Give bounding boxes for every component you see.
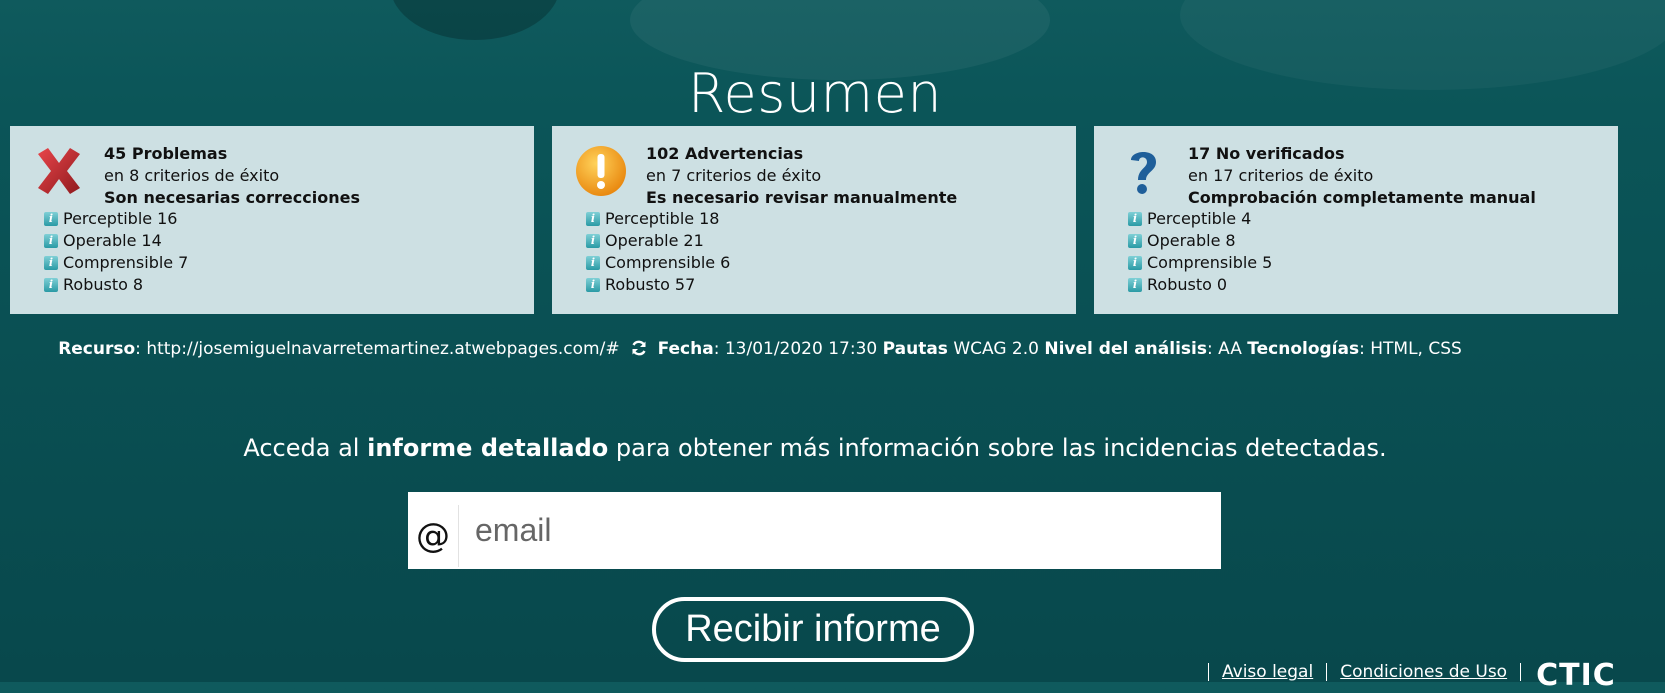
email-field-container: @ [408,492,1221,569]
tech-label: Tecnologías [1247,339,1360,359]
resource-label: Recurso [58,339,136,359]
warnings-card: 102 Advertencias en 7 criterios de éxito… [552,126,1076,314]
warning-icon [576,146,626,196]
info-icon[interactable]: i [44,278,58,292]
info-icon[interactable]: i [1128,278,1142,292]
date-label: Fecha [657,339,714,359]
footer-links: Aviso legal Condiciones de Uso CTIC [1195,658,1616,693]
unverified-count: 17 No verificados [1188,144,1345,163]
warnings-count: 102 Advertencias [646,144,804,163]
info-icon[interactable]: i [44,212,58,226]
info-icon[interactable]: i [1128,234,1142,248]
unverified-message: Comprobación completamente manual [1188,188,1536,207]
legal-notice-link[interactable]: Aviso legal [1222,662,1313,682]
problems-criteria: en 8 criterios de éxito [104,166,280,185]
info-icon[interactable]: i [586,234,600,248]
problems-message: Son necesarias correcciones [104,188,360,207]
info-icon[interactable]: i [586,212,600,226]
resource-url: http://josemiguelnavarretemartinez.atweb… [146,339,620,359]
list-item: i Operable 21 [586,230,730,252]
list-item: i Comprensible 6 [586,252,730,274]
unverified-card: 17 No verificados en 17 criterios de éxi… [1094,126,1618,314]
list-item: i Perceptible 16 [44,208,188,230]
list-item: i Perceptible 18 [586,208,730,230]
problems-count: 45 Problemas [104,144,228,163]
ctic-logo[interactable]: CTIC [1536,658,1616,693]
warnings-message: Es necesario revisar manualmente [646,188,958,207]
refresh-icon[interactable] [630,339,648,357]
list-item: i Perceptible 4 [1128,208,1272,230]
background-decoration [390,0,560,40]
divider [1520,663,1522,681]
list-item: i Comprensible 5 [1128,252,1272,274]
date-value: 13/01/2020 17:30 [724,339,878,359]
terms-of-use-link[interactable]: Condiciones de Uso [1340,662,1507,682]
detailed-report-emphasis: informe detallado [367,434,609,462]
at-sign-icon: @ [408,504,459,567]
list-item: i Robusto 57 [586,274,730,296]
question-icon [1131,152,1156,194]
list-item: i Robusto 8 [44,274,188,296]
guidelines-label: Pautas [882,339,948,359]
detailed-report-prompt: Acceda al informe detallado para obtener… [243,434,1387,462]
list-item: i Comprensible 7 [44,252,188,274]
tech-value: HTML, CSS [1370,339,1462,359]
list-item: i Operable 8 [1128,230,1272,252]
divider [1326,663,1328,681]
warnings-breakdown: i Perceptible 18 i Operable 21 i Comprensible… [586,208,730,296]
level-value: AA [1218,339,1242,359]
problems-card: 45 Problemas en 8 criterios de éxito Son… [10,126,534,314]
list-item: i Operable 14 [44,230,188,252]
problems-breakdown: i Perceptible 16 i Operable 14 i Comprensible… [44,208,188,296]
level-label: Nivel del análisis [1044,339,1207,359]
info-icon[interactable]: i [586,278,600,292]
page-title: Resumen [687,62,943,126]
unverified-breakdown: i Perceptible 4 i Operable 8 i Comprensible 5 … [1128,208,1272,296]
receive-report-button[interactable]: Recibir informe [652,597,974,662]
info-icon[interactable]: i [1128,256,1142,270]
info-icon[interactable]: i [1128,212,1142,226]
analysis-meta: Recurso: http://josemiguelnavarretemarti… [58,339,1462,359]
error-x-icon [38,148,80,194]
unverified-criteria: en 17 criterios de éxito [1188,166,1374,185]
email-input[interactable] [459,499,1221,562]
guidelines-value: WCAG 2.0 [953,339,1039,359]
list-item: i Robusto 0 [1128,274,1272,296]
warnings-criteria: en 7 criterios de éxito [646,166,822,185]
info-icon[interactable]: i [44,256,58,270]
info-icon[interactable]: i [44,234,58,248]
info-icon[interactable]: i [586,256,600,270]
divider [1208,663,1209,681]
